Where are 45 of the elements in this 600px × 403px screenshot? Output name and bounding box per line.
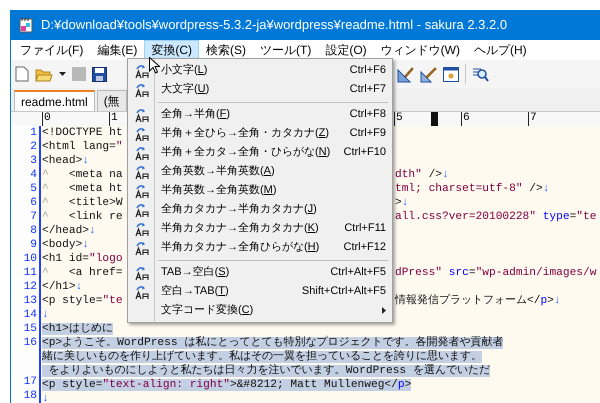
code-line: ↓ — [42, 309, 49, 321]
code-line: <h1 id="logo — [42, 253, 123, 265]
code-line: <!DOCTYPE ht — [42, 127, 123, 139]
code-line: </head>↓ — [42, 225, 96, 237]
line-number: 9 — [30, 239, 37, 251]
code-line: dth" />↓ — [395, 169, 449, 181]
ruler-number: 0 — [44, 112, 51, 124]
line-number: 15 — [24, 323, 37, 335]
code-line: <head>↓ — [42, 155, 90, 167]
code-line: all.css?ver=20100228" type="te — [395, 211, 596, 223]
line-number: 11 — [24, 267, 37, 279]
code-line: ^ <meta ht — [42, 183, 123, 195]
line-number: 8 — [30, 225, 37, 237]
code-line: 情報発信プラットフォーム</p>↓ — [395, 295, 561, 307]
ruler-number: 7 — [530, 112, 537, 124]
code-line: ^ <link re — [42, 211, 123, 223]
line-number: 7 — [30, 211, 37, 223]
code-line: ^ <a href= — [42, 267, 123, 279]
line-number: 16 — [24, 337, 37, 349]
code-line: dPress" src="wp-admin/images/w — [395, 267, 596, 279]
code-line: </h1>↓ — [42, 281, 82, 293]
line-number: 5 — [30, 183, 37, 195]
line-number: 13 — [24, 295, 37, 307]
code-line: tml; charset=utf-8" />↓ — [395, 183, 550, 195]
code-line: ^ <meta na — [42, 169, 123, 181]
line-number: 6 — [30, 197, 37, 209]
line-number: 1 — [30, 127, 37, 139]
code-line: ↓ — [42, 393, 49, 403]
ruler-number: 5 — [396, 112, 403, 124]
line-number: 18 — [24, 390, 37, 402]
line-number: 4 — [30, 169, 37, 181]
code-line: ^ <title>W — [42, 197, 123, 209]
code-line: <p style="te — [42, 295, 123, 307]
window-title: D:¥download¥tools¥wordpress-5.3.2-ja¥wordpress¥readme.html - sakura 2.3.2.0 — [41, 16, 508, 34]
ruler-number: 1 — [111, 112, 118, 124]
line-number: 10 — [24, 253, 37, 265]
code-line: <body>↓ — [42, 239, 90, 251]
code-line: <html lang=" — [42, 141, 123, 153]
line-number: 2 — [30, 141, 37, 153]
line-number: 12 — [24, 281, 37, 293]
line-number: 17 — [24, 376, 37, 388]
ruler-number: 6 — [463, 112, 470, 124]
line-number: 3 — [30, 155, 37, 167]
code-line: >↓ — [395, 197, 408, 209]
line-number: 14 — [24, 309, 37, 321]
